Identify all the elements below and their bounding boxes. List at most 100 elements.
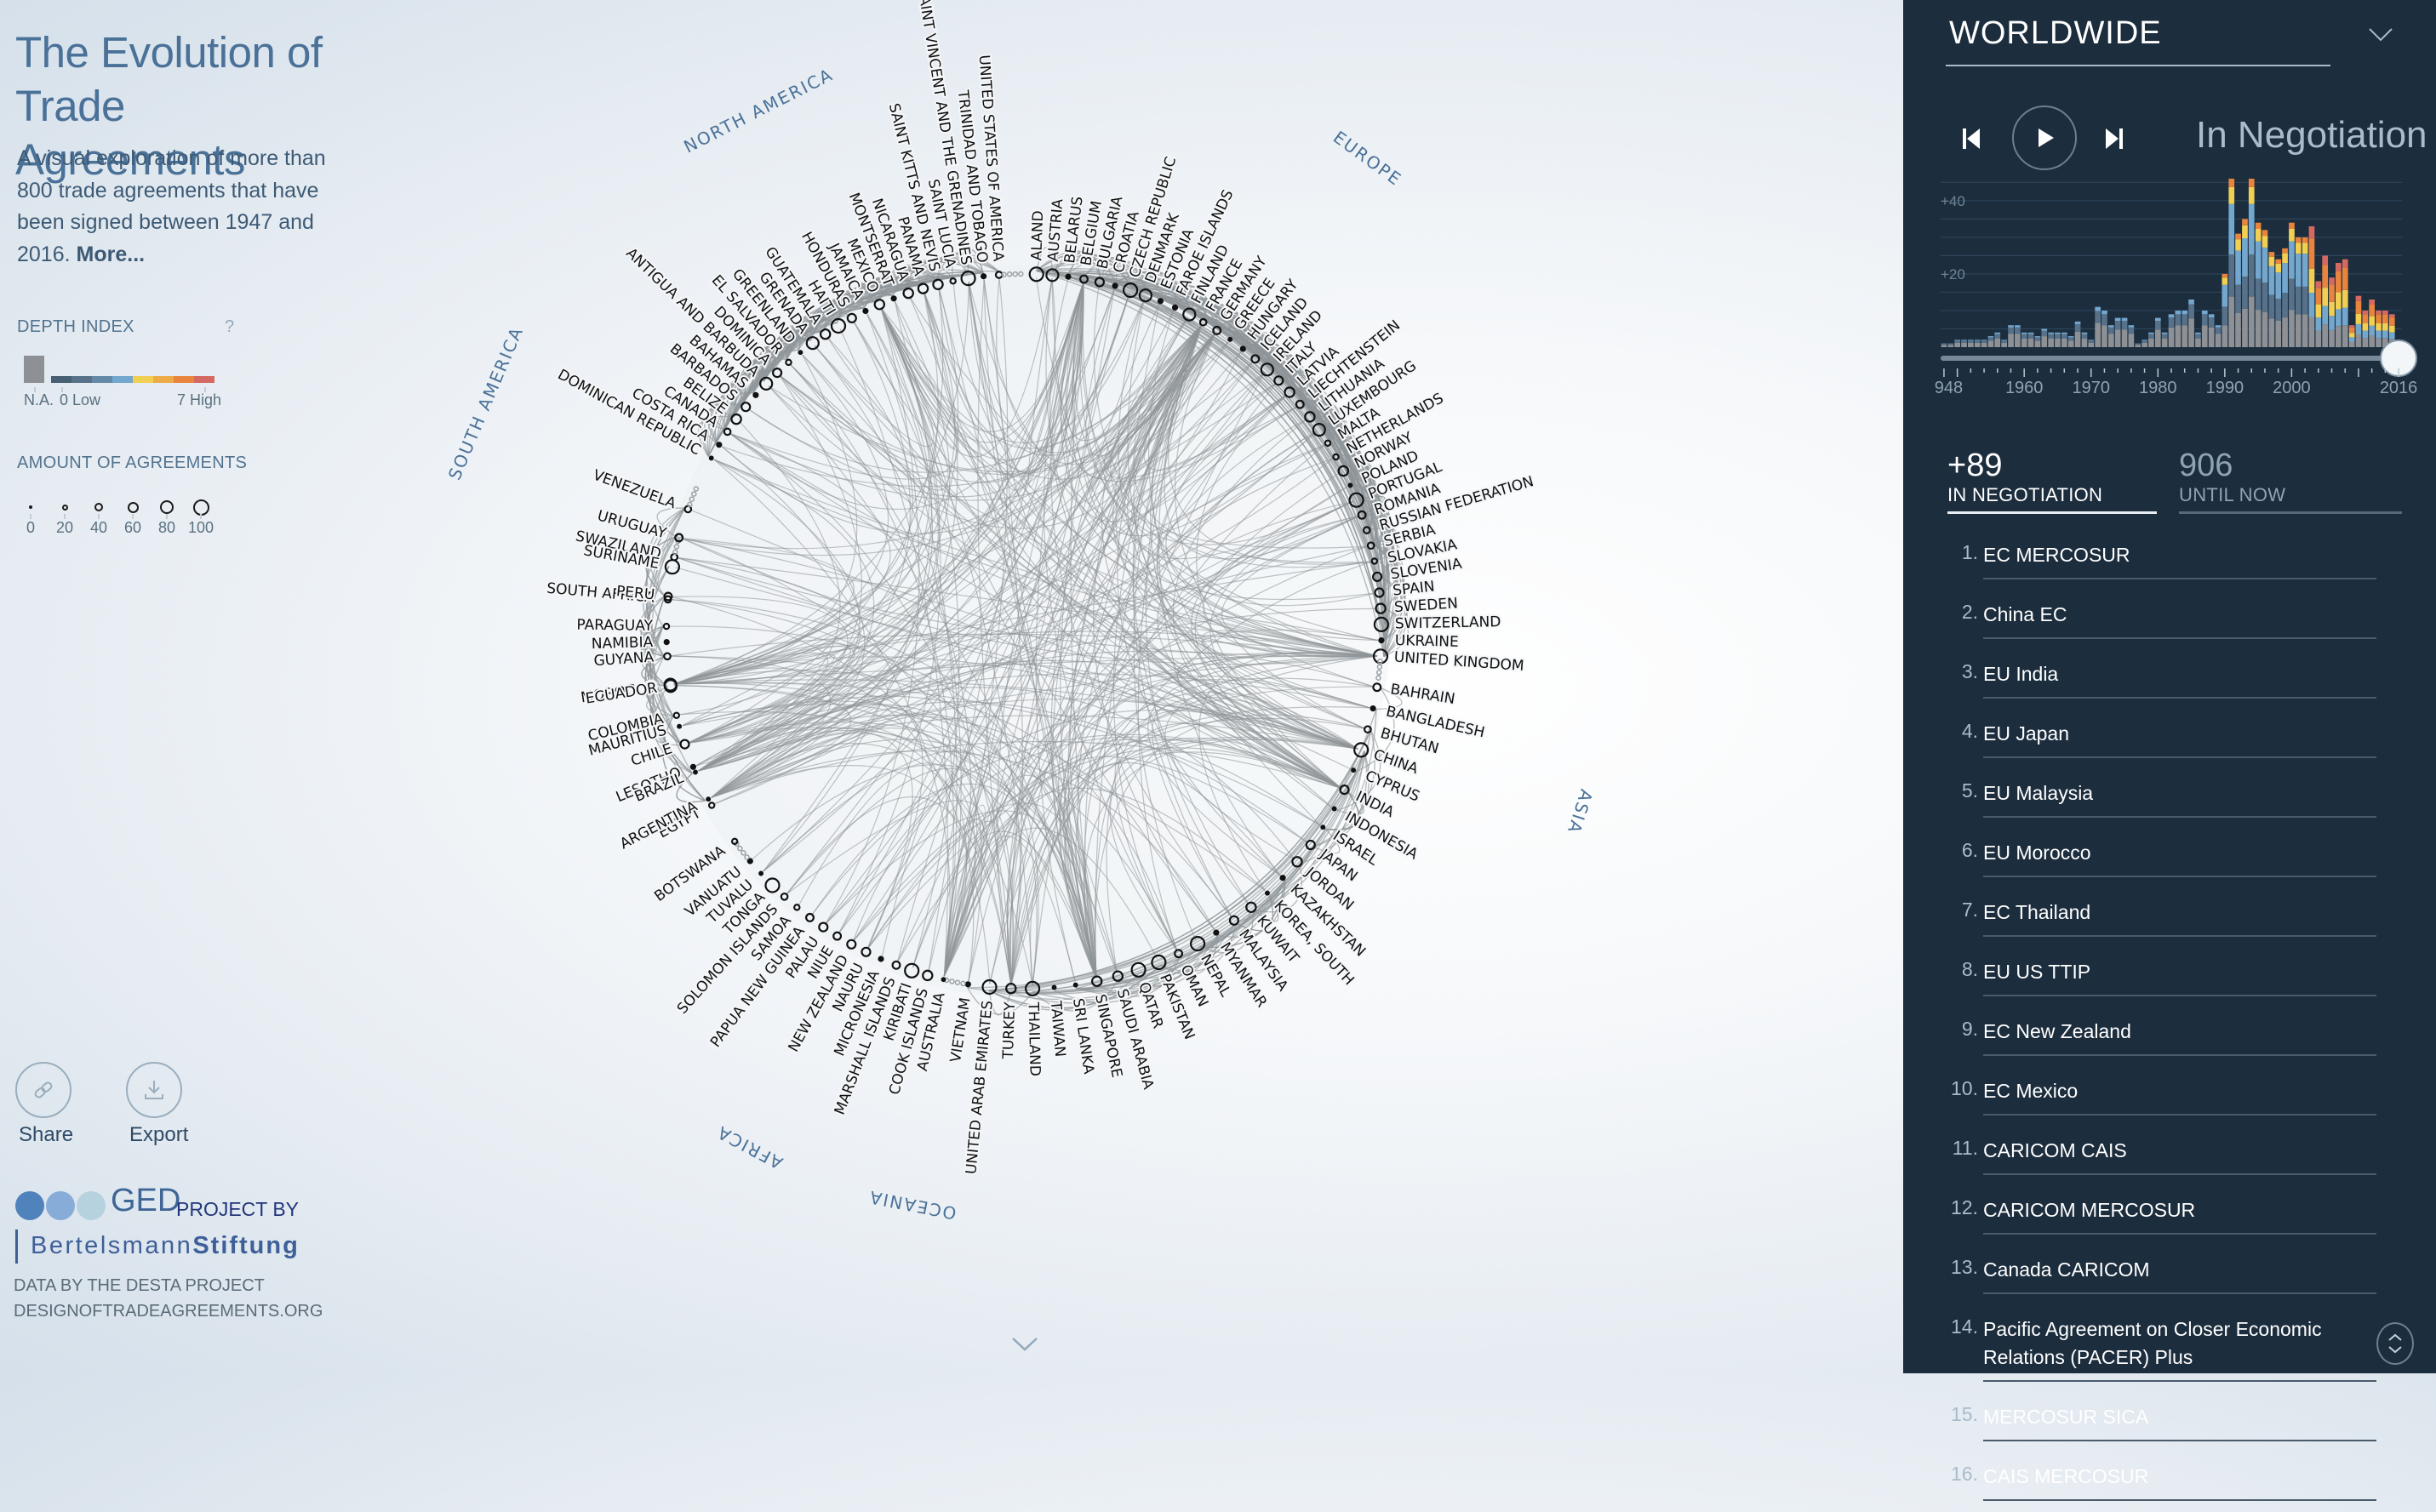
histogram-bar-segment [2262,248,2268,282]
country-node[interactable] [1228,338,1232,341]
country-label[interactable]: TURKEY [1000,1001,1019,1060]
histogram-bar-segment [2363,338,2369,347]
agreement-item[interactable]: 5.EU Malaysia [1983,769,2376,818]
agreement-item[interactable]: 1.EC MERCOSUR [1983,531,2376,579]
country-label[interactable]: SRI LANKA [1069,997,1097,1076]
country-label[interactable]: SWEDEN [1393,595,1458,616]
histogram-bar-segment [2382,311,2388,314]
agreement-item[interactable]: 12.CARICOM MERCOSUR [1983,1186,2376,1235]
country-label[interactable]: VENEZUELA [591,467,678,513]
histogram-bar-segment [1988,337,1994,340]
country-node[interactable] [1066,275,1071,279]
agreement-item[interactable]: 8.EU US TTIP [1983,948,2376,996]
country-node[interactable] [981,274,986,278]
country-label[interactable]: BAHRAIN [1389,681,1456,708]
country-node[interactable] [1173,305,1177,310]
source-url[interactable]: DESIGNOFTRADEAGREEMENTS.ORG [14,1302,323,1321]
export-button[interactable] [126,1062,182,1118]
histogram-bar-segment [2282,293,2288,317]
agreement-item[interactable]: 10.EC Mexico [1983,1067,2376,1115]
org-name-2: Stiftung [192,1232,300,1259]
country-node[interactable] [1281,876,1285,880]
country-node[interactable] [1379,638,1383,642]
country-node[interactable] [694,771,697,774]
amount-label: 80 [158,519,175,537]
country-node[interactable] [665,640,669,644]
agreement-item[interactable]: 13.Canada CARICOM [1983,1246,2376,1294]
agreement-item[interactable]: 15.MERCOSUR SICA [1983,1393,2376,1441]
agreements-histogram: +20+401948196019701980199020002016 [1934,170,2427,408]
country-label[interactable]: UNITED KINGDOM [1393,648,1524,675]
agreement-item[interactable]: 3.EU India [1983,650,2376,699]
country-node[interactable] [1241,347,1245,351]
depth-swatch-7 [194,376,214,383]
country-node[interactable] [1214,931,1218,935]
histogram-bar-segment [2322,324,2328,347]
country-node[interactable] [706,797,710,801]
country-node[interactable] [942,978,946,981]
histogram-bar-segment [2249,254,2255,297]
country-node[interactable] [753,393,758,397]
histogram-bar-segment [2041,336,2047,347]
country-node[interactable] [1266,892,1269,895]
country-label[interactable]: SWITZERLAND [1395,613,1501,632]
histogram-bar-segment [2082,339,2088,347]
histogram-bar-segment [2142,339,2147,340]
country-node[interactable] [799,351,803,354]
play-button[interactable] [2012,106,2077,170]
country-node[interactable] [1321,825,1324,829]
scroll-toggle-button[interactable] [2376,1322,2414,1365]
country-node[interactable] [892,296,896,300]
skip-forward-icon[interactable] [2102,126,2126,151]
histogram-bar-segment [2188,305,2194,319]
stat-until-now[interactable]: 906 UNTIL NOW [2179,448,2402,514]
country-node[interactable] [1352,768,1355,772]
country-node[interactable] [759,872,763,876]
export-label[interactable]: Export [129,1123,188,1147]
year-slider-track[interactable] [1941,356,2392,361]
share-label[interactable]: Share [19,1123,73,1147]
country-node[interactable] [863,309,867,313]
country-node[interactable] [1074,984,1078,987]
country-node[interactable] [678,725,681,728]
agreement-item[interactable]: 2.China EC [1983,591,2376,639]
region-label: NORTH AMERICA [680,64,837,157]
country-node[interactable] [879,957,883,961]
country-label[interactable]: ALAND [1028,210,1047,261]
histogram-bar-segment [2242,225,2248,238]
histogram-bar-segment [2369,300,2375,305]
agreement-item[interactable]: 9.EC New Zealand [1983,1007,2376,1056]
country-node[interactable] [1053,986,1056,990]
skip-back-icon[interactable] [1959,126,1983,151]
chevron-down-icon[interactable] [2368,27,2393,43]
histogram-bar-segment [2228,179,2234,187]
country-node[interactable] [1113,283,1118,288]
country-node[interactable] [691,765,695,769]
country-label[interactable]: UKRAINE [1395,632,1459,651]
country-label[interactable]: PARAGUAY [576,617,653,635]
agreement-item[interactable]: 11.CARICOM CAIS [1983,1127,2376,1175]
histogram-bar-segment [1948,344,1954,345]
country-label[interactable]: TAIWAN [1047,1000,1069,1058]
country-node[interactable] [1333,807,1336,811]
country-node[interactable] [748,859,752,864]
agreement-item[interactable]: 4.EU Japan [1983,710,2376,758]
more-link[interactable]: More... [77,242,146,266]
country-node[interactable] [710,457,713,460]
region-select[interactable]: WORLDWIDE [1949,15,2162,52]
scroll-down-chevron-icon[interactable] [1010,1336,1039,1353]
country-node[interactable] [1158,299,1163,303]
agreement-item[interactable]: 14.Pacific Agreement on Closer Economic … [1983,1305,2376,1382]
stat-in-negotiation[interactable]: +89 IN NEGOTIATION [1947,448,2157,514]
country-label[interactable]: THAILAND [1024,1001,1043,1077]
agreement-item[interactable]: 6.EU Morocco [1983,829,2376,877]
country-node[interactable] [717,442,721,447]
country-node[interactable] [966,982,970,986]
agreement-item[interactable]: 7.EC Thailand [1983,888,2376,937]
country-node[interactable] [1371,706,1375,710]
help-icon[interactable]: ? [225,317,234,337]
country-label[interactable]: VIETNAM [947,996,975,1064]
agreement-item[interactable]: 16.CAIS MERCOSUR [1983,1452,2376,1501]
country-node[interactable] [1349,484,1352,488]
share-button[interactable] [15,1062,71,1118]
